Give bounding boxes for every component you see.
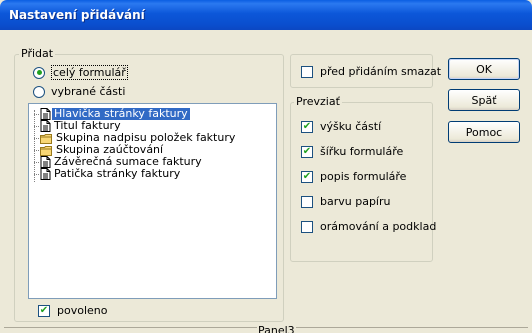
back-button[interactable]: Späť [448,89,520,111]
window-title: Nastavení přidávání [9,8,145,22]
tree-branch-line [34,138,39,139]
enabled-checkbox-label: povoleno [57,304,108,317]
tree-branch-line [34,150,39,151]
prevziat-option-checkbox[interactable]: ✔ šířku formuláře [301,145,403,158]
delete-before-checkbox-box [301,65,313,78]
help-button[interactable]: Pomoc [448,121,520,143]
enabled-checkbox-box: ✔ [38,304,50,317]
tree-branch-line [34,162,39,163]
document-icon [40,168,51,180]
radio-whole-form[interactable]: celý formulář [33,65,128,80]
tree-item-label: Patička stránky faktury [54,167,181,180]
status-panel-label: Panel3 [257,324,296,333]
folder-icon [40,133,53,144]
pridat-legend: Přidat [19,47,56,60]
prevziat-option-box: ✔ [301,170,313,183]
dialog-client-area: Přidat celý formulář vybrané části Hlavi… [4,30,528,333]
delete-before-checkbox-label: před přidáním smazat [320,65,442,78]
tree-branch-line [34,114,39,115]
document-icon [40,108,51,120]
prevziat-option-box: ✔ [301,145,313,158]
radio-whole-form-label: celý formulář [51,65,128,80]
prevziat-option-box [301,195,313,208]
prevziat-option-checkbox[interactable]: orámování a podklad [301,220,436,233]
tree-branch-line [34,126,39,127]
prevziat-option-label: popis formuláře [320,170,407,183]
prevziat-option-checkbox[interactable]: barvu papíru [301,195,390,208]
prevziat-option-checkbox[interactable]: ✔ výšku částí [301,120,381,133]
tree-branch-line [34,174,39,175]
radio-selected-parts-label: vybrané části [51,85,126,98]
settings-dialog: Nastavení přidávání Přidat celý formulář… [0,0,532,333]
document-icon [40,120,51,132]
enabled-checkbox[interactable]: ✔ povoleno [38,304,107,317]
prevziat-option-label: výšku částí [320,120,382,133]
radio-selected-parts[interactable]: vybrané části [33,85,125,98]
document-icon [40,156,51,168]
ok-button[interactable]: OK [448,58,520,80]
prevziat-option-box [301,220,313,233]
prevziat-option-checkbox[interactable]: ✔ popis formuláře [301,170,406,183]
tree-item[interactable]: Patička stránky faktury [34,168,182,180]
prevziat-option-label: šířku formuláře [320,145,404,158]
prevziat-option-box: ✔ [301,120,313,133]
prevziat-option-label: orámování a podklad [320,220,437,233]
delete-before-checkbox[interactable]: před přidáním smazat [301,65,441,78]
radio-selected-parts-indicator [33,85,45,98]
title-bar[interactable]: Nastavení přidávání [0,0,532,30]
folder-icon [40,145,53,156]
prevziat-option-label: barvu papíru [320,195,391,208]
parts-tree[interactable]: Hlavička stránky faktury Titul faktury Sku… [28,103,277,299]
prevziat-legend: Prevziať [294,95,342,108]
radio-whole-form-indicator [33,66,45,79]
